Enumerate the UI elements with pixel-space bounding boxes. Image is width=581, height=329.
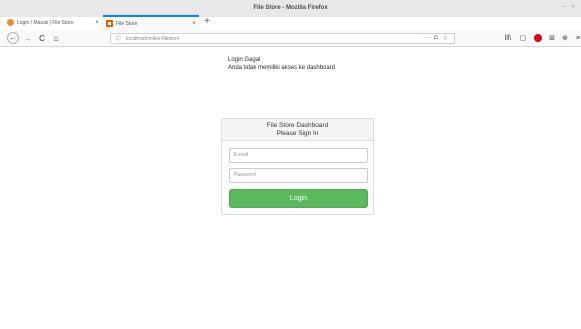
account-icon[interactable]: ⊕	[560, 33, 570, 44]
tab-label: File Store	[116, 20, 138, 27]
pocket-icon[interactable]: ◘	[434, 35, 438, 42]
email-field[interactable]: E-mail	[229, 148, 368, 163]
home-button[interactable]: ⌂	[50, 32, 62, 44]
page-content: Login Gagal Anda tidak memiliki akses ke…	[0, 48, 581, 329]
back-button[interactable]: ←	[7, 32, 19, 44]
extension-icon[interactable]: ⊞	[547, 33, 557, 44]
close-tab-icon[interactable]: ×	[92, 20, 102, 26]
new-tab-button[interactable]: +	[201, 15, 213, 28]
alert-text: Anda tidak memiliki akses ke dashboard	[228, 65, 336, 71]
url-text[interactable]: localhost/online-filestore	[126, 36, 180, 42]
tab-file-store[interactable]: File Store ×	[103, 15, 199, 30]
panel-subtitle: Please Sign In	[276, 130, 319, 137]
navigation-toolbar: ← → C ⌂ ⓘ localhost/online-filestore ···…	[0, 30, 581, 47]
favicon-icon	[7, 19, 14, 26]
login-panel: File Store Dashboard Please Sign In E-ma…	[221, 118, 374, 215]
sidebar-icon[interactable]: ▢	[518, 33, 528, 44]
url-actions: ··· ◘ ☆	[423, 35, 448, 42]
panel-title: File Store Dashboard	[266, 122, 329, 129]
login-button[interactable]: Login	[229, 189, 368, 208]
alert-title: Login Gagal	[228, 57, 261, 63]
tab-login[interactable]: Login / Masuk | File Store ×	[4, 15, 102, 30]
panel-heading: File Store Dashboard Please Sign In	[222, 119, 373, 141]
ublock-icon[interactable]	[533, 33, 543, 44]
login-error-message: Login Gagal Anda tidak memiliki akses ke…	[228, 56, 335, 72]
minimize-icon[interactable]: –	[562, 4, 565, 10]
reload-button[interactable]: C	[36, 32, 48, 44]
bookmark-star-icon[interactable]: ☆	[443, 35, 448, 42]
window-controls: – ×	[562, 4, 575, 10]
hamburger-menu-icon[interactable]: ≡	[573, 33, 581, 44]
close-window-icon[interactable]: ×	[571, 4, 575, 10]
tab-label: Login / Masuk | File Store	[17, 19, 74, 26]
forward-button[interactable]: →	[22, 32, 34, 44]
window-title: File Store - Mozilla Firefox	[253, 5, 328, 11]
url-bar[interactable]: ⓘ localhost/online-filestore ··· ◘ ☆	[110, 33, 455, 44]
info-icon[interactable]: ⓘ	[115, 34, 121, 43]
password-field[interactable]: Password	[229, 168, 368, 183]
close-tab-icon[interactable]: ×	[189, 21, 199, 27]
tab-strip: Login / Masuk | File Store × File Store …	[0, 13, 581, 30]
page-actions-icon[interactable]: ···	[423, 35, 429, 42]
favicon-icon	[106, 20, 113, 27]
library-icon[interactable]: lll\	[503, 33, 513, 44]
